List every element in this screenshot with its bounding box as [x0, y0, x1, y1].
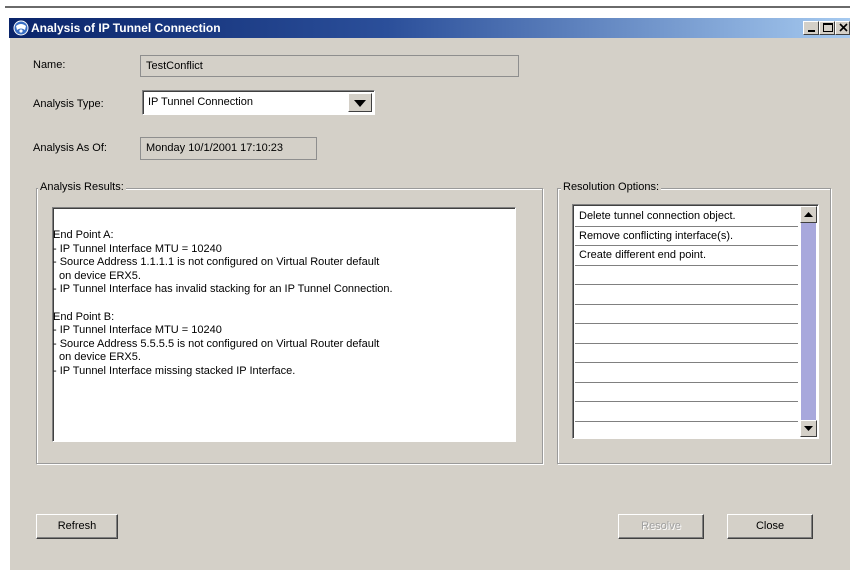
maximize-icon — [823, 23, 833, 32]
vertical-scrollbar[interactable] — [800, 206, 817, 437]
result-line: - IP Tunnel Interface MTU = 10240 — [53, 242, 222, 255]
close-window-button[interactable] — [835, 21, 850, 35]
list-item[interactable] — [575, 344, 798, 363]
result-line: - IP Tunnel Interface MTU = 10240 — [53, 324, 222, 337]
analysis-type-label: Analysis Type: — [33, 98, 104, 110]
scroll-down-arrow-icon — [804, 426, 813, 431]
result-line: - IP Tunnel Interface missing stacked IP… — [53, 364, 296, 377]
analysis-type-select[interactable]: IP Tunnel Connection — [142, 90, 375, 115]
resolve-button[interactable]: Resolve — [618, 514, 704, 539]
result-line: on device ERX5. — [59, 269, 141, 282]
minimize-button[interactable] — [803, 21, 819, 35]
window-title: Analysis of IP Tunnel Connection — [31, 21, 221, 35]
analysis-as-of-label: Analysis As Of: — [33, 142, 107, 154]
list-item[interactable]: Delete tunnel connection object. — [575, 207, 798, 227]
close-icon — [839, 23, 848, 32]
list-item[interactable] — [575, 285, 798, 305]
list-item[interactable] — [575, 402, 798, 422]
analysis-as-of-field: Monday 10/1/2001 17:10:23 — [140, 137, 317, 160]
result-line: - IP Tunnel Interface has invalid stacki… — [53, 283, 393, 296]
list-item[interactable]: Create different end point. — [575, 246, 798, 266]
minimize-icon — [808, 30, 815, 32]
list-item[interactable] — [575, 305, 798, 324]
parent-window-edge — [5, 6, 850, 8]
analysis-type-value: IP Tunnel Connection — [148, 96, 253, 108]
title-bar[interactable]: Analysis of IP Tunnel Connection — [9, 18, 850, 38]
analysis-results-text[interactable]: End Point A: - IP Tunnel Interface MTU =… — [52, 207, 516, 442]
list-item[interactable] — [575, 324, 798, 344]
refresh-button[interactable]: Refresh — [36, 514, 118, 539]
result-line: - Source Address 5.5.5.5 is not configur… — [53, 337, 380, 350]
resolution-options-title: Resolution Options: — [561, 181, 661, 193]
network-globe-icon — [13, 20, 29, 36]
analysis-results-title: Analysis Results: — [38, 181, 126, 193]
result-line: End Point A: — [53, 229, 114, 241]
chevron-down-icon — [354, 100, 366, 107]
scroll-up-arrow-icon — [804, 212, 813, 217]
result-line: on device ERX5. — [59, 351, 141, 364]
list-item[interactable] — [575, 266, 798, 285]
name-field: TestConflict — [140, 55, 519, 77]
result-line — [53, 297, 515, 311]
list-item[interactable] — [575, 383, 798, 402]
close-button[interactable]: Close — [727, 514, 813, 539]
result-line: End Point B: — [53, 310, 115, 323]
scroll-down-button[interactable] — [800, 420, 817, 437]
maximize-button[interactable] — [819, 21, 835, 35]
resolution-options-list[interactable]: Delete tunnel connection object. Remove … — [572, 204, 819, 439]
list-item[interactable]: Remove conflicting interface(s). — [575, 227, 798, 246]
scroll-thumb[interactable] — [801, 223, 816, 420]
list-item[interactable] — [575, 363, 798, 383]
name-label: Name: — [33, 59, 66, 71]
scroll-up-button[interactable] — [800, 206, 817, 223]
result-line: - Source Address 1.1.1.1 is not configur… — [53, 256, 380, 269]
dropdown-button[interactable] — [348, 93, 372, 112]
